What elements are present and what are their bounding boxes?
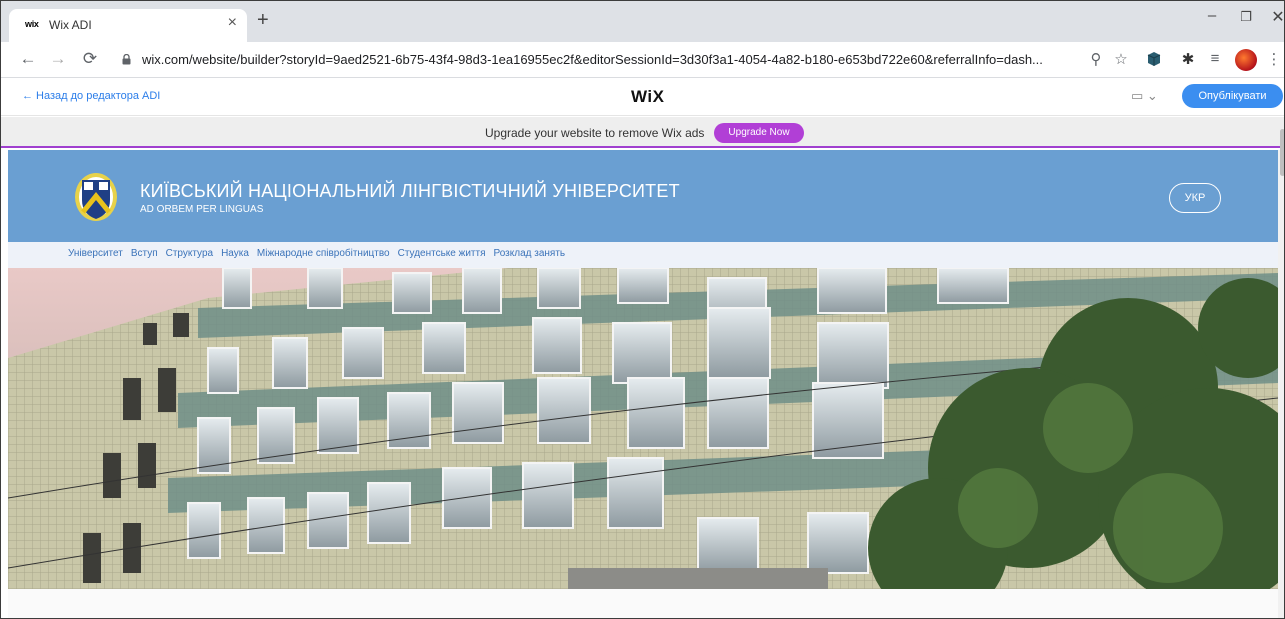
publish-button[interactable]: Опублікувати bbox=[1182, 84, 1283, 108]
back-to-editor-link[interactable]: ← Назад до редактора ADI bbox=[22, 90, 160, 102]
zoom-icon[interactable]: ⚲ bbox=[1085, 50, 1107, 68]
building-photo bbox=[8, 268, 1278, 589]
nav-item-science[interactable]: Наука bbox=[221, 248, 249, 259]
browser-toolbar: ← → ⟳ wix.com/website/builder?storyId=9a… bbox=[1, 42, 1284, 78]
nav-item-admission[interactable]: Вступ bbox=[131, 248, 158, 259]
upgrade-now-button[interactable]: Upgrade Now bbox=[714, 123, 804, 143]
nav-item-university[interactable]: Університет bbox=[68, 248, 123, 259]
lock-icon[interactable] bbox=[122, 54, 131, 65]
browser-window: wix Wix ADI × + – ❐ ✕ ← → ⟳ wix.com/webs… bbox=[0, 0, 1285, 619]
nav-item-schedule[interactable]: Розклад занять bbox=[493, 248, 565, 259]
university-motto: AD ORBEM PER LINGUAS bbox=[140, 204, 264, 215]
language-button[interactable]: УКР bbox=[1169, 183, 1221, 213]
scrollbar-thumb[interactable] bbox=[1280, 129, 1284, 176]
university-name: КИЇВСЬКИЙ НАЦІОНАЛЬНИЙ ЛІНГВІСТИЧНИЙ УНІ… bbox=[140, 181, 680, 201]
university-crest-icon bbox=[75, 173, 117, 221]
nav-item-student-life[interactable]: Студентське життя bbox=[398, 248, 486, 259]
site-header: КИЇВСЬКИЙ НАЦІОНАЛЬНИЙ ЛІНГВІСТИЧНИЙ УНІ… bbox=[8, 150, 1278, 242]
ad-text: Upgrade your website to remove Wix ads bbox=[485, 126, 705, 140]
reload-icon[interactable]: ⟳ bbox=[79, 49, 101, 69]
profile-avatar[interactable] bbox=[1235, 49, 1257, 71]
forward-arrow-icon[interactable]: → bbox=[47, 49, 69, 69]
address-bar[interactable]: wix.com/website/builder?storyId=9aed2521… bbox=[142, 52, 1043, 67]
browser-tab[interactable]: wix Wix ADI × bbox=[9, 9, 247, 42]
reading-list-icon[interactable]: ≡ bbox=[1204, 50, 1226, 67]
wix-favicon-icon: wix bbox=[25, 19, 39, 29]
bookmark-star-icon[interactable]: ☆ bbox=[1110, 50, 1132, 68]
restore-icon[interactable]: ❐ bbox=[1231, 9, 1261, 25]
upgrade-ad-bar: Upgrade your website to remove Wix ads U… bbox=[1, 117, 1284, 148]
nav-item-structure[interactable]: Структура bbox=[166, 248, 213, 259]
content-area bbox=[8, 589, 1278, 618]
minimize-icon[interactable]: – bbox=[1197, 7, 1227, 24]
wix-logo: WiX bbox=[631, 87, 665, 106]
new-tab-button[interactable]: + bbox=[257, 10, 269, 30]
tab-title: Wix ADI bbox=[49, 18, 92, 32]
wix-editor-bar: ← Назад до редактора ADI WiX ▭ ⌄ bbox=[1, 78, 1284, 116]
nav-list: Університет Вступ Структура Наука Міжнар… bbox=[68, 248, 573, 259]
close-window-icon[interactable]: ✕ bbox=[1263, 7, 1284, 27]
menu-dots-icon[interactable]: ⋮ bbox=[1263, 50, 1284, 68]
tab-close-icon[interactable]: × bbox=[228, 14, 237, 32]
site-navigation: Університет Вступ Структура Наука Міжнар… bbox=[8, 242, 1278, 268]
extension-cube-icon[interactable] bbox=[1147, 51, 1161, 67]
hero-image bbox=[8, 268, 1278, 589]
nav-item-international[interactable]: Міжнародне співробітництво bbox=[257, 248, 390, 259]
puzzle-icon[interactable]: ✱ bbox=[1177, 50, 1199, 68]
scrollbar-track[interactable] bbox=[1278, 150, 1284, 618]
tab-strip: wix Wix ADI × + – ❐ ✕ bbox=[1, 1, 1284, 42]
back-arrow-icon[interactable]: ← bbox=[17, 49, 39, 69]
desktop-icon[interactable]: ▭ ⌄ bbox=[1131, 88, 1158, 104]
